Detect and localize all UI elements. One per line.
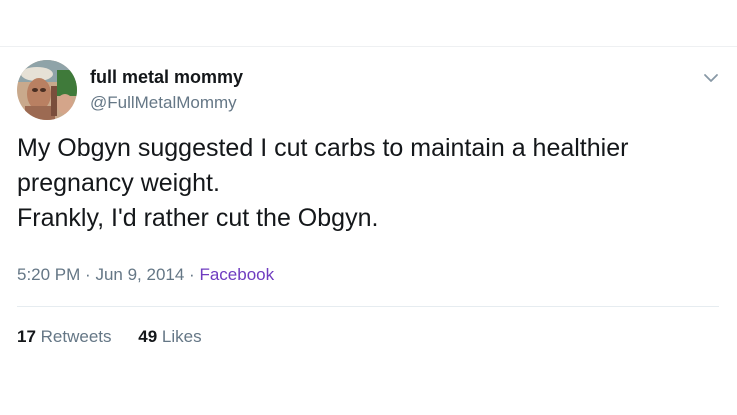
- avatar-photo: [17, 60, 77, 120]
- meta-separator: ·: [85, 265, 91, 284]
- tweet-stats: 17 Retweets 49 Likes: [17, 327, 202, 347]
- display-name[interactable]: full metal mommy: [90, 67, 243, 88]
- tweet-date[interactable]: Jun 9, 2014: [95, 265, 184, 284]
- tweet-source-link[interactable]: Facebook: [199, 265, 274, 284]
- likes-count: 49: [138, 327, 158, 346]
- likes-stat[interactable]: 49 Likes: [138, 327, 201, 347]
- tweet-card: full metal mommy @FullMetalMommy My Obgy…: [0, 47, 737, 415]
- tweet-text-line: pregnancy weight.: [17, 169, 220, 197]
- likes-label: Likes: [161, 327, 202, 346]
- retweets-label: Retweets: [40, 327, 112, 346]
- tweet-metadata: 5:20 PM · Jun 9, 2014 · Facebook: [17, 265, 274, 285]
- tweet-text-line: Frankly, I'd rather cut the Obgyn.: [17, 204, 379, 232]
- chevron-down-icon[interactable]: [702, 71, 720, 85]
- tweet-text: My Obgyn suggested I cut carbs to mainta…: [17, 131, 717, 236]
- avatar[interactable]: [17, 60, 77, 120]
- tweet-text-line: My Obgyn suggested I cut carbs to mainta…: [17, 134, 629, 162]
- stats-divider: [17, 306, 719, 307]
- user-handle[interactable]: @FullMetalMommy: [90, 93, 237, 113]
- meta-separator: ·: [189, 265, 195, 284]
- tweet-time[interactable]: 5:20 PM: [17, 265, 80, 284]
- retweets-stat[interactable]: 17 Retweets: [17, 327, 112, 347]
- retweets-count: 17: [17, 327, 36, 346]
